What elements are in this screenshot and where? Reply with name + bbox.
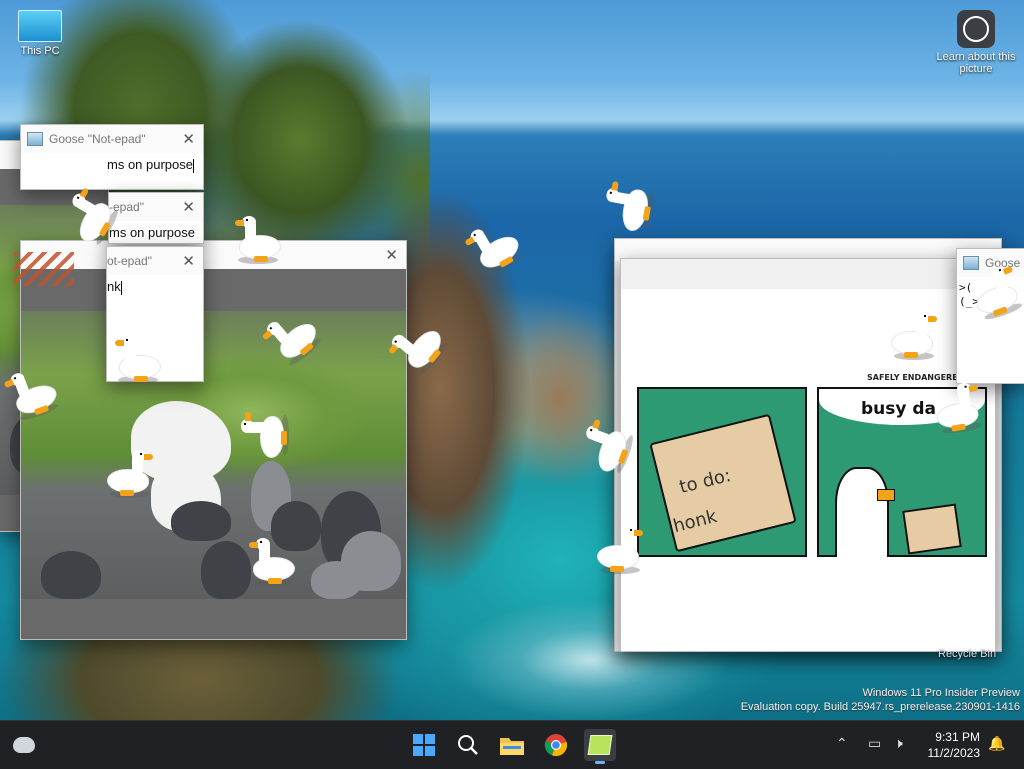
this-pc-label: This PC [20,45,60,57]
goose-notepad-window-1[interactable]: Goose "Not-epad" ✕ ms on purpose [20,124,204,190]
notification-bell-icon[interactable]: 🔔 [988,735,1005,752]
goose-icon[interactable] [108,334,164,384]
taskbar: ⌃ ▭ 🕨 9:31 PM 11/2/2023 🔔 [0,720,1024,769]
window-titlebar [621,259,995,289]
clock-date: 11/2/2023 [927,746,981,760]
goose-notepad-taskbar-button[interactable] [584,729,616,764]
recycle-bin-label[interactable]: Recycle Bin [938,648,996,660]
window-titlebar: ot-epad" ✕ [107,247,203,275]
comic-busy-text: busy da [861,399,937,419]
notepad-icon [587,735,613,755]
learn-about-picture-label: Learn about this picture [936,51,1016,75]
widgets-button[interactable] [8,729,40,761]
clock-time: 9:31 PM [935,730,980,744]
system-clock[interactable]: 9:31 PM 11/2/2023 [928,729,981,761]
monitor-icon [18,10,62,42]
goose-notepad-window-2[interactable]: -epad" ✕ ms on purpose [108,192,204,244]
goose-icon[interactable] [599,173,658,237]
watermark-line1: Windows 11 Pro Insider Preview [862,687,1020,699]
comic-panel-1: to do: honk [637,387,807,557]
chrome-button[interactable] [540,729,572,761]
notepad-text-area[interactable]: ms on purpose [21,153,203,177]
close-icon[interactable]: ✕ [182,198,195,216]
goose-icon[interactable] [594,524,650,574]
folder-icon [500,738,524,755]
goose-icon[interactable] [242,536,298,586]
window-titlebar: ✕ [21,241,406,269]
window-statusbar [21,599,406,639]
comic-header: SAFELY ENDANGERED [867,373,965,382]
chrome-icon [544,734,568,757]
this-pc-desktop-icon[interactable]: This PC [0,10,80,57]
close-icon[interactable]: ✕ [182,252,195,270]
windows-watermark: Windows 11 Pro Insider Preview Evaluatio… [741,686,1020,714]
close-icon[interactable]: ✕ [182,130,195,148]
learn-about-picture-icon[interactable]: Learn about this picture [936,10,1016,75]
goose-icon[interactable] [928,378,992,437]
window-toolbar [21,269,406,311]
notepad-text: nk [107,279,121,294]
notepad-text: ms on purpose [107,157,193,172]
window-title: ot-epad" [107,254,152,268]
comic-goose [835,467,889,557]
start-button[interactable] [408,729,440,761]
goose-icon[interactable] [228,214,284,264]
muddy-footprints [14,252,74,286]
file-explorer-button[interactable] [496,729,528,761]
windows-logo-icon [413,734,435,756]
notepad-icon [963,256,979,270]
search-button[interactable] [452,729,484,761]
camera-icon [957,10,995,48]
notepad-text-area[interactable]: nk [107,275,203,299]
show-hidden-icons-chevron-up-icon[interactable]: ⌃ [836,735,848,752]
notepad-text-area[interactable]: ms on purpose [109,221,203,243]
desktop: This PC Learn about this picture ✕ ✕ [0,0,1024,720]
weather-icon [13,737,35,753]
volume-muted-icon[interactable]: 🕨 [894,735,903,752]
watermark-line2: Evaluation copy. Build 25947.rs_prerelea… [740,701,1020,713]
window-titlebar: Goose "Not-epad" ✕ [21,125,203,153]
goose-icon[interactable] [104,448,160,498]
notepad-text: ms on purpose [109,225,195,240]
goose-photo-window[interactable]: ✕ [20,240,407,640]
network-icon[interactable]: ▭ [868,735,881,752]
goose-icon[interactable] [888,310,944,360]
notepad-icon [27,132,43,146]
search-icon [458,735,478,755]
close-icon[interactable]: ✕ [385,246,398,264]
goose-photo [21,311,406,599]
goose-icon[interactable] [239,405,289,461]
window-title: Goose "Not-epad" [49,132,146,146]
